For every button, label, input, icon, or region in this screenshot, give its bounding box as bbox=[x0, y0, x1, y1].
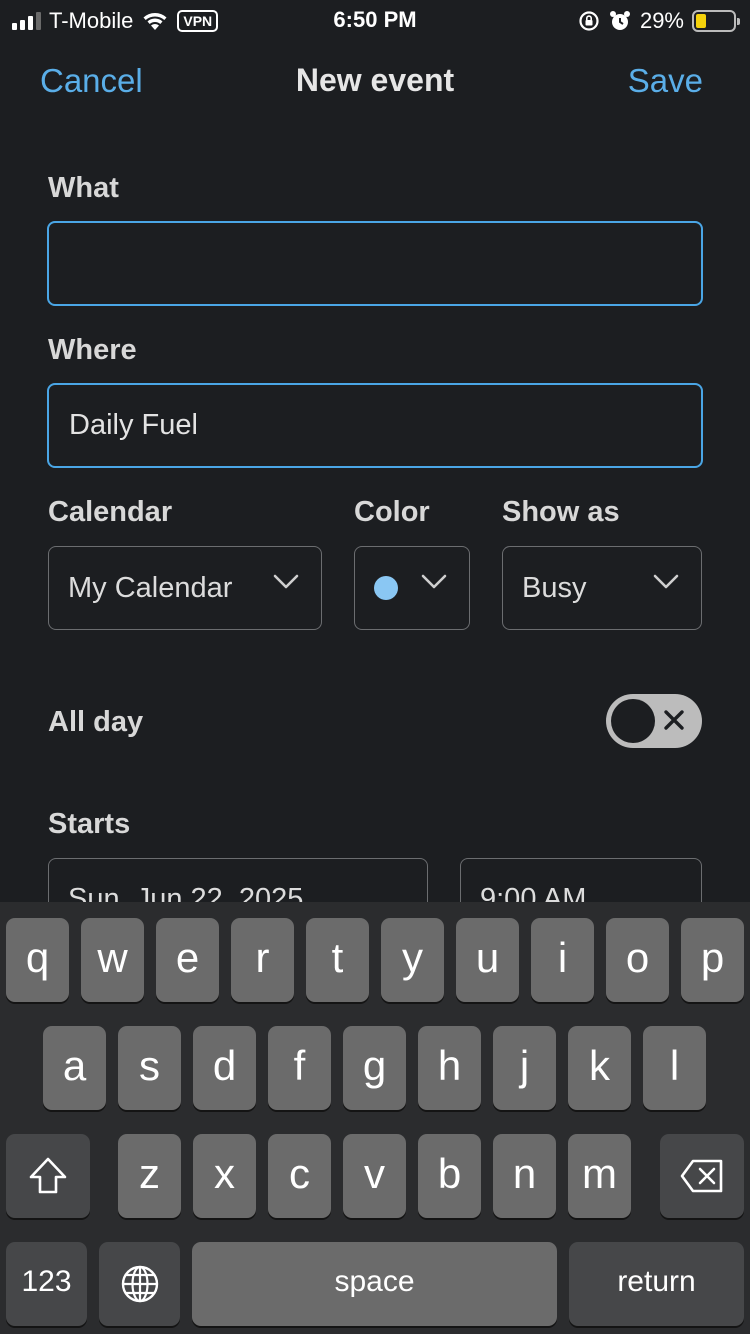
alarm-icon bbox=[609, 11, 630, 30]
key-l[interactable]: l bbox=[643, 1026, 706, 1110]
key-x[interactable]: x bbox=[193, 1134, 256, 1218]
battery-percent: 29% bbox=[639, 8, 684, 33]
allday-label: All day bbox=[48, 706, 144, 738]
key-u[interactable]: u bbox=[456, 918, 519, 1002]
battery-icon bbox=[692, 10, 740, 32]
key-p[interactable]: p bbox=[681, 918, 744, 1002]
key-o[interactable]: o bbox=[606, 918, 669, 1002]
chevron-down-icon bbox=[653, 574, 679, 589]
key-n[interactable]: n bbox=[493, 1134, 556, 1218]
calendar-label: Calendar bbox=[48, 496, 173, 528]
what-label: What bbox=[48, 172, 119, 204]
where-label: Where bbox=[48, 334, 137, 366]
color-select[interactable] bbox=[354, 546, 470, 630]
keyboard: q w e r t y u i o p a s d f g h j k l z … bbox=[0, 902, 750, 1334]
cancel-button[interactable]: Cancel bbox=[40, 62, 143, 100]
key-s[interactable]: s bbox=[118, 1026, 181, 1110]
key-v[interactable]: v bbox=[343, 1134, 406, 1218]
showas-select[interactable]: Busy bbox=[502, 546, 702, 630]
save-button[interactable]: Save bbox=[628, 62, 703, 100]
key-k[interactable]: k bbox=[568, 1026, 631, 1110]
key-r[interactable]: r bbox=[231, 918, 294, 1002]
key-e[interactable]: e bbox=[156, 918, 219, 1002]
key-m[interactable]: m bbox=[568, 1134, 631, 1218]
rotation-lock-icon bbox=[579, 11, 599, 31]
showas-label: Show as bbox=[502, 496, 620, 528]
key-g[interactable]: g bbox=[343, 1026, 406, 1110]
status-bar: T-Mobile VPN 6:50 PM 29% bbox=[0, 0, 750, 40]
where-input[interactable]: Daily Fuel bbox=[47, 383, 703, 468]
close-icon bbox=[664, 710, 684, 730]
where-input-value: Daily Fuel bbox=[69, 409, 198, 441]
space-key[interactable]: space bbox=[192, 1242, 557, 1326]
globe-icon bbox=[121, 1265, 158, 1303]
key-z[interactable]: z bbox=[118, 1134, 181, 1218]
starts-label: Starts bbox=[48, 808, 131, 840]
key-y[interactable]: y bbox=[381, 918, 444, 1002]
key-w[interactable]: w bbox=[81, 918, 144, 1002]
key-t[interactable]: t bbox=[306, 918, 369, 1002]
calendar-select[interactable]: My Calendar bbox=[48, 546, 322, 630]
return-key[interactable]: return bbox=[569, 1242, 744, 1326]
color-swatch bbox=[374, 576, 398, 600]
globe-key[interactable] bbox=[99, 1242, 180, 1326]
nav-bar: Cancel New event Save bbox=[0, 58, 750, 108]
key-c[interactable]: c bbox=[268, 1134, 331, 1218]
numbers-key[interactable]: 123 bbox=[6, 1242, 87, 1326]
delete-key[interactable] bbox=[660, 1134, 744, 1218]
key-q[interactable]: q bbox=[6, 918, 69, 1002]
backspace-icon bbox=[680, 1159, 723, 1193]
allday-toggle[interactable] bbox=[606, 694, 702, 748]
chevron-down-icon bbox=[273, 574, 299, 589]
what-input[interactable] bbox=[47, 221, 703, 306]
key-a[interactable]: a bbox=[43, 1026, 106, 1110]
key-j[interactable]: j bbox=[493, 1026, 556, 1110]
new-event-screen: T-Mobile VPN 6:50 PM 29% Cancel New even… bbox=[0, 0, 750, 1334]
toggle-knob bbox=[611, 699, 655, 743]
status-right: 29% bbox=[578, 8, 740, 34]
key-h[interactable]: h bbox=[418, 1026, 481, 1110]
color-label: Color bbox=[354, 496, 430, 528]
key-i[interactable]: i bbox=[531, 918, 594, 1002]
showas-select-value: Busy bbox=[522, 571, 587, 604]
calendar-select-value: My Calendar bbox=[68, 571, 233, 604]
key-f[interactable]: f bbox=[268, 1026, 331, 1110]
shift-key[interactable] bbox=[6, 1134, 90, 1218]
shift-icon bbox=[29, 1157, 67, 1194]
key-d[interactable]: d bbox=[193, 1026, 256, 1110]
key-b[interactable]: b bbox=[418, 1134, 481, 1218]
chevron-down-icon bbox=[421, 574, 447, 589]
